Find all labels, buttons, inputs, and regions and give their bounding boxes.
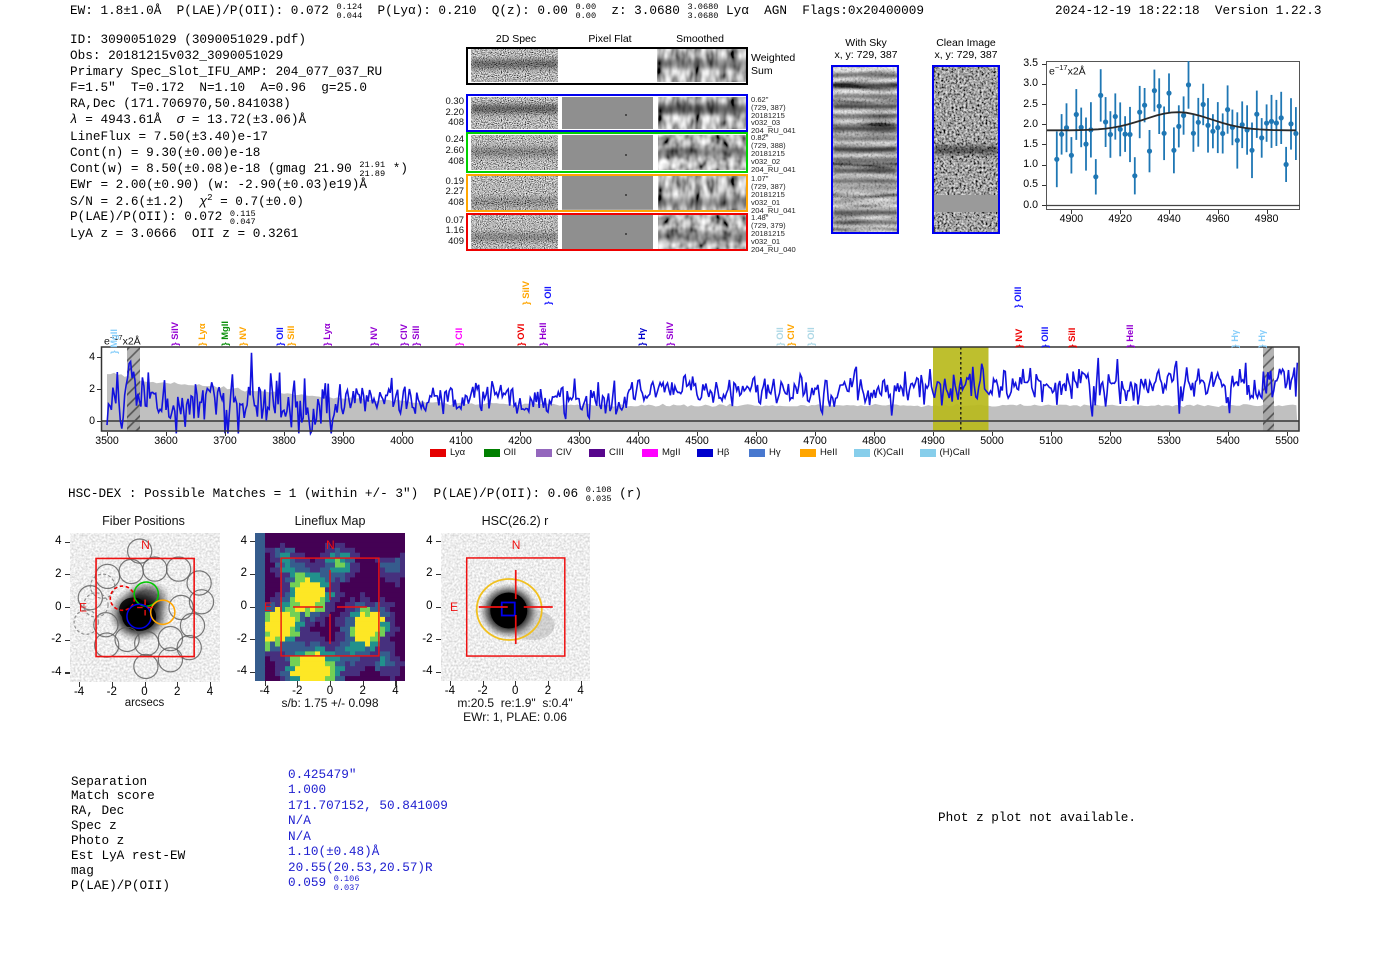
svg-text:} SiII: } SiII [285, 326, 296, 346]
svg-text:} Lyα: } Lyα [196, 323, 207, 346]
svg-text:} OIII: } OIII [1039, 327, 1050, 348]
svg-text:} CIV: } CIV [398, 323, 409, 346]
svg-text:N: N [326, 538, 335, 552]
svg-text:E: E [264, 600, 272, 614]
svg-text:} OII: } OII [774, 327, 785, 346]
svg-text:} SiIV: } SiIV [520, 280, 531, 305]
svg-text:} HeII: } HeII [537, 323, 548, 346]
svg-text:} NV: } NV [237, 326, 248, 346]
svg-text:} OII: } OII [274, 327, 285, 346]
svg-text:} MgII: } MgII [108, 329, 119, 354]
svg-text:} MgII: } MgII [219, 321, 230, 346]
svg-text:} Lyα: } Lyα [321, 323, 332, 346]
svg-text:} CIV: } CIV [785, 323, 796, 346]
svg-text:} OII: } OII [542, 286, 553, 305]
svg-text:} Hγ: } Hγ [1229, 329, 1240, 348]
svg-text:} HeII: } HeII [1124, 325, 1135, 348]
svg-text:E: E [79, 600, 87, 614]
svg-text:N: N [141, 538, 150, 552]
svg-text:} OVI: } OVI [515, 324, 526, 346]
svg-text:} SiIV: } SiIV [169, 321, 180, 346]
svg-text:} SiII: } SiII [410, 326, 421, 346]
svg-text:} NV: } NV [368, 326, 379, 346]
svg-text:N: N [511, 538, 520, 552]
svg-text:} Hγ: } Hγ [636, 327, 647, 346]
svg-text:} NV: } NV [1013, 328, 1024, 348]
svg-text:} SiII: } SiII [1066, 328, 1077, 348]
svg-text:} OII: } OII [805, 327, 816, 346]
svg-text:} Hγ: } Hγ [1256, 329, 1267, 348]
svg-text:E: E [450, 600, 458, 614]
svg-text:} OIII: } OIII [1012, 287, 1023, 308]
svg-text:} SiIV: } SiIV [664, 321, 675, 346]
svg-text:} CII: } CII [453, 328, 464, 346]
